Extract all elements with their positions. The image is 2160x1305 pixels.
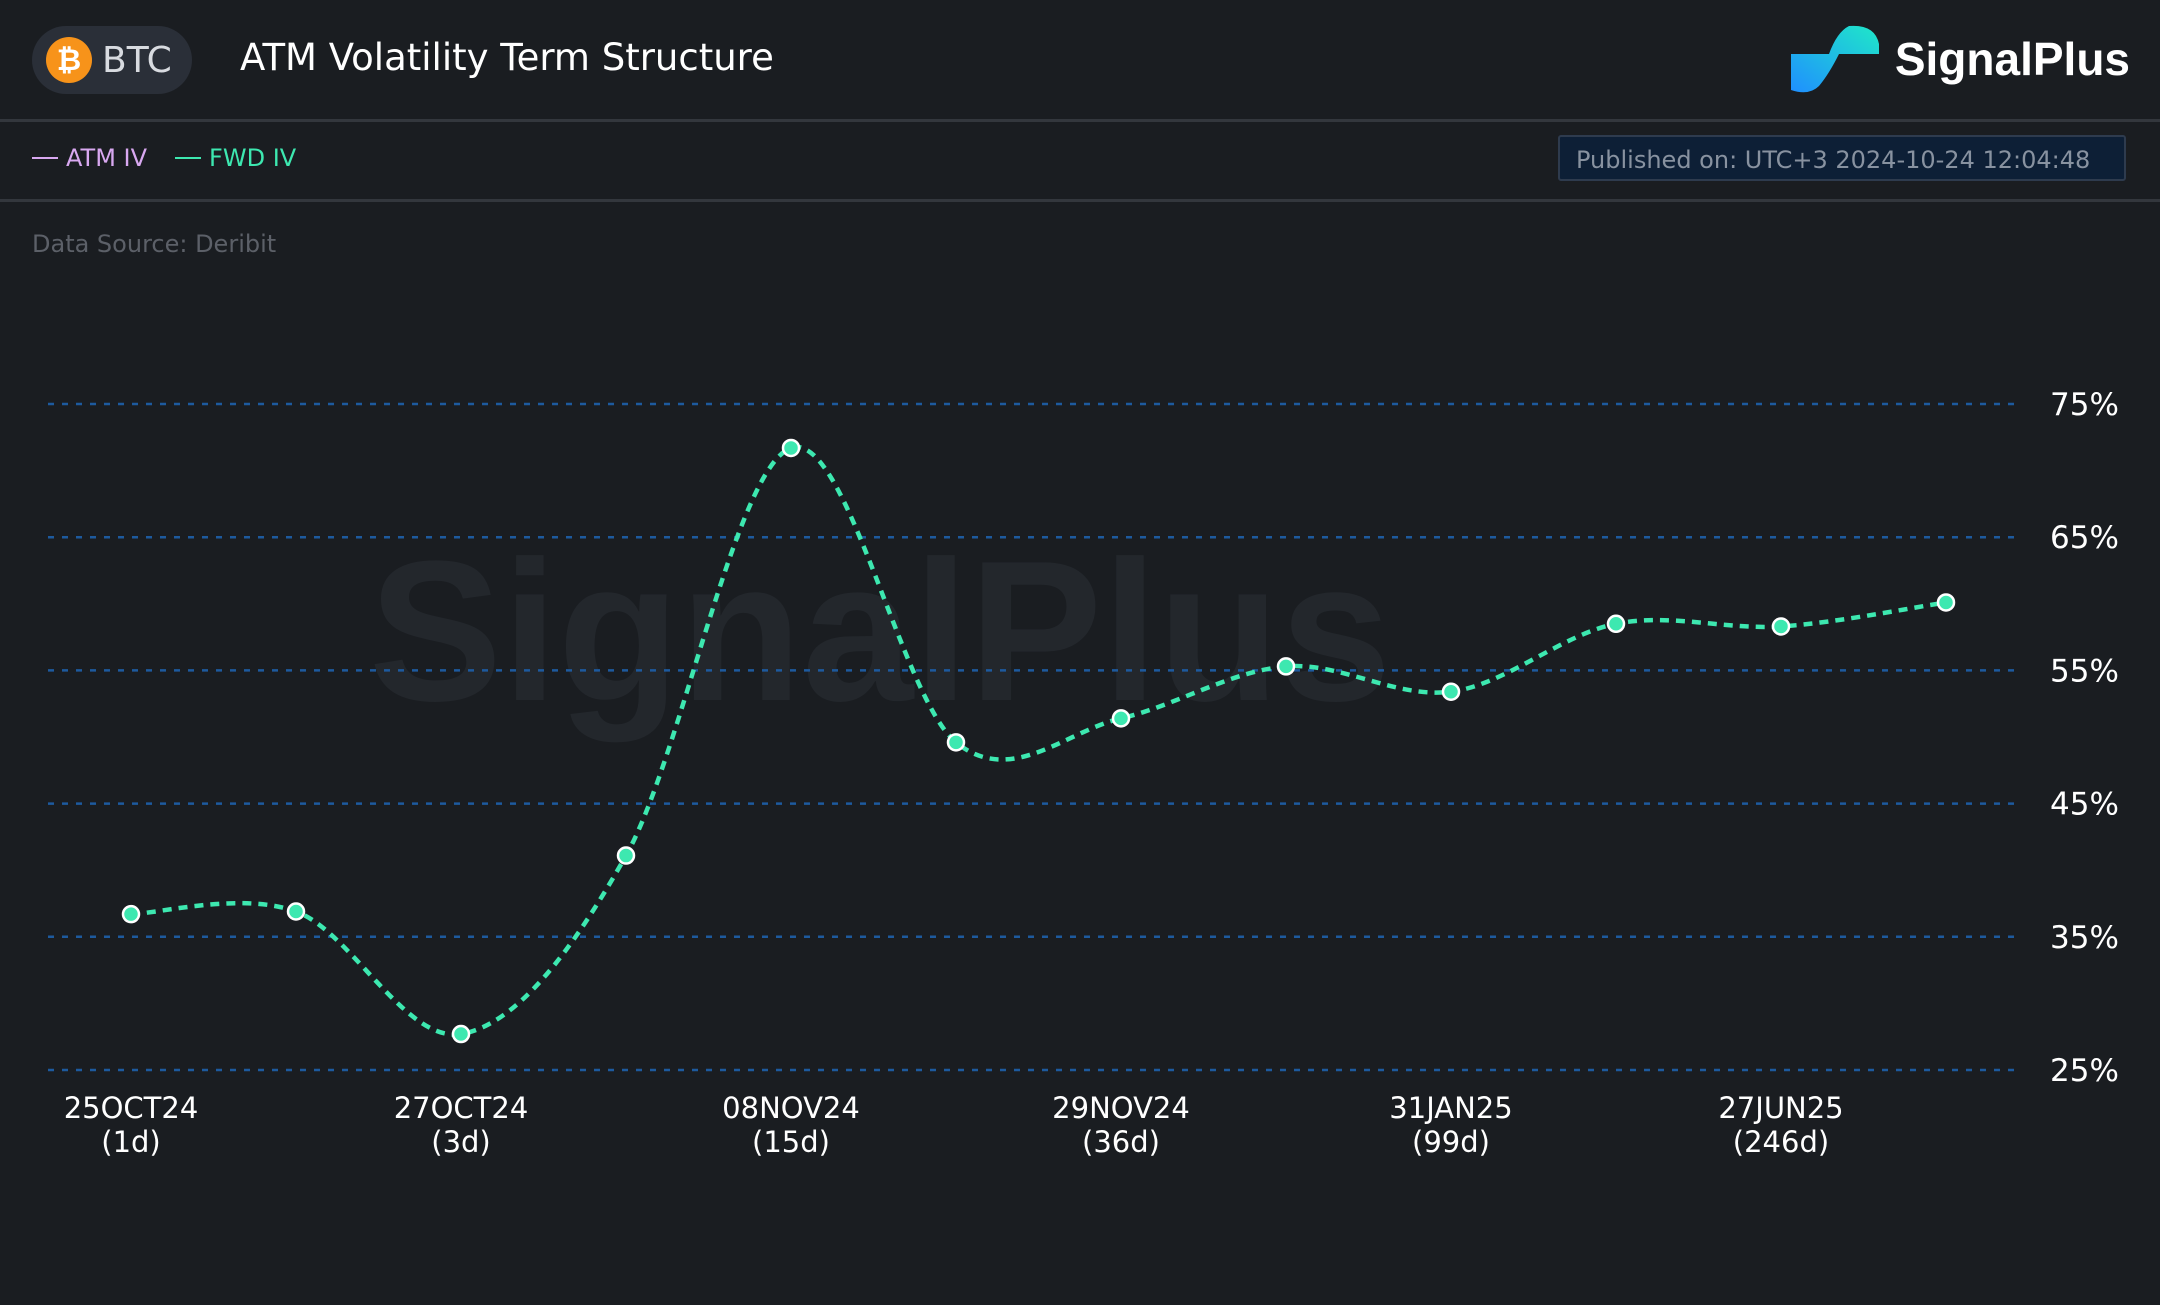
data-point[interactable] (1771, 617, 1791, 636)
data-point[interactable] (451, 1024, 471, 1044)
x-tick-label: 31JAN25 (1389, 1091, 1512, 1125)
data-point[interactable] (1441, 682, 1461, 701)
x-tick-label: 08NOV24 (722, 1091, 860, 1125)
x-tick-label: 27JUN25 (1718, 1091, 1843, 1125)
x-tick-label: 29NOV24 (1052, 1091, 1190, 1125)
data-point[interactable] (946, 733, 966, 752)
x-tick-days: (3d) (431, 1125, 491, 1159)
y-tick-label: 75% (2050, 387, 2119, 423)
data-point[interactable] (121, 904, 141, 924)
data-point[interactable] (1606, 614, 1626, 634)
x-tick-label: 25OCT24 (64, 1091, 199, 1125)
y-tick-label: 55% (2050, 653, 2119, 689)
watermark: SignalPlus (369, 520, 1391, 743)
data-point[interactable] (616, 846, 636, 865)
y-tick-label: 35% (2050, 920, 2119, 956)
data-point[interactable] (781, 438, 801, 458)
data-point[interactable] (1111, 709, 1131, 728)
chart: SignalPlus 25% 35% 45% 55% 65% 75% 25OCT24(1d)… (48, 387, 2119, 1159)
x-tick-days: (36d) (1082, 1125, 1160, 1159)
data-point[interactable] (1936, 593, 1956, 612)
y-tick-label: 65% (2050, 520, 2119, 556)
x-tick-days: (99d) (1412, 1125, 1490, 1159)
x-tick-days: (246d) (1733, 1125, 1829, 1159)
x-tick-days: (15d) (752, 1125, 830, 1159)
x-tick-days: (1d) (101, 1125, 161, 1159)
y-tick-label: 25% (2050, 1053, 2119, 1089)
data-point[interactable] (286, 902, 306, 921)
y-tick-label: 45% (2050, 787, 2119, 823)
data-point[interactable] (1276, 657, 1296, 676)
x-tick-label: 27OCT24 (394, 1091, 529, 1125)
